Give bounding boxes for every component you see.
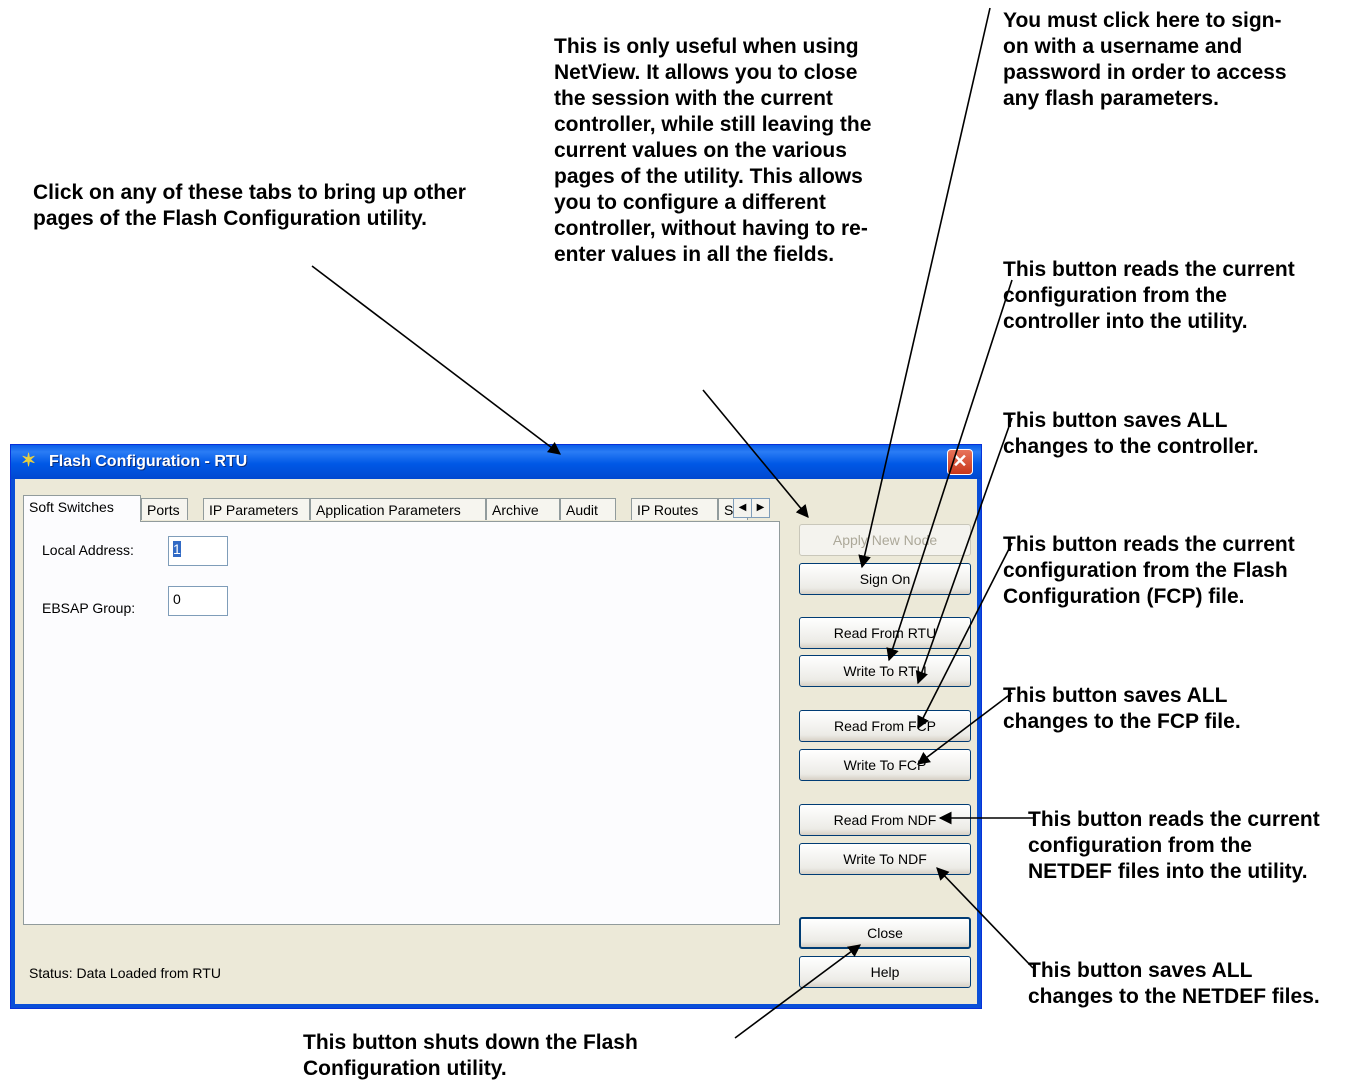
read-from-ndf-button[interactable]: Read From NDF <box>799 804 971 836</box>
app-icon: ✶ <box>21 450 37 470</box>
read-from-fcp-button[interactable]: Read From FCP <box>799 710 971 742</box>
close-button[interactable]: Close <box>799 917 971 949</box>
callout-write-fcp: This button saves ALL changes to the FCP… <box>1003 684 1241 733</box>
window-title: Flash Configuration - RTU <box>49 453 248 470</box>
callout-apply-new-node: This is only useful when using NetView. … <box>554 35 872 266</box>
local-address-input[interactable]: 1 <box>168 536 228 566</box>
write-to-fcp-button[interactable]: Write To FCP <box>799 749 971 781</box>
tab-soft-switches[interactable]: Soft Switches <box>23 495 141 522</box>
title-bar[interactable]: ✶ Flash Configuration - RTU ✕ <box>11 445 981 479</box>
write-to-ndf-button[interactable]: Write To NDF <box>799 843 971 875</box>
local-address-value: 1 <box>173 541 181 557</box>
callout-read-fcp: This button reads the current configurat… <box>1003 533 1295 608</box>
tab-scroll-right-icon[interactable]: ▶ <box>751 498 770 518</box>
soft-switches-panel: Local Address: 1 EBSAP Group: 0 <box>23 521 780 925</box>
callout-write-rtu: This button saves ALL changes to the con… <box>1003 409 1259 458</box>
callout-close: This button shuts down the Flash Configu… <box>303 1031 638 1080</box>
callout-sign-on: You must click here to sign-on with a us… <box>1003 9 1287 110</box>
tab-application-parameters[interactable]: Application Parameters <box>310 498 486 520</box>
tab-ip-routes[interactable]: IP Routes <box>631 498 718 520</box>
callout-read-rtu: This button reads the current configurat… <box>1003 258 1295 333</box>
tab-ports[interactable]: Ports <box>141 498 188 520</box>
write-to-rtu-button[interactable]: Write To RTU <box>799 655 971 687</box>
read-from-rtu-button[interactable]: Read From RTU <box>799 617 971 649</box>
callout-write-ndf: This button saves ALL changes to the NET… <box>1028 959 1320 1008</box>
flash-configuration-window: ✶ Flash Configuration - RTU ✕ Soft Switc… <box>10 444 982 1009</box>
ebsap-group-input[interactable]: 0 <box>168 586 228 616</box>
window-frame-right <box>977 479 981 1008</box>
close-icon[interactable]: ✕ <box>947 449 973 475</box>
tab-archive[interactable]: Archive <box>486 498 560 520</box>
callout-read-ndf: This button reads the current configurat… <box>1028 808 1320 883</box>
callout-tabs: Click on any of these tabs to bring up o… <box>33 181 466 230</box>
local-address-label: Local Address: <box>42 542 134 558</box>
tab-scroll-left-icon[interactable]: ◀ <box>733 498 752 518</box>
window-frame-left <box>11 479 15 1008</box>
status-text: Status: Data Loaded from RTU <box>29 965 221 981</box>
arrow-tabs <box>311 265 562 455</box>
sign-on-button[interactable]: Sign On <box>799 563 971 595</box>
tab-audit[interactable]: Audit <box>560 498 616 520</box>
window-frame-bottom <box>11 1004 981 1008</box>
tab-ip-parameters[interactable]: IP Parameters <box>203 498 310 520</box>
apply-new-node-button[interactable]: Apply New Node <box>799 524 971 556</box>
help-button[interactable]: Help <box>799 956 971 988</box>
ebsap-group-label: EBSAP Group: <box>42 600 136 616</box>
ebsap-group-value: 0 <box>173 591 181 607</box>
